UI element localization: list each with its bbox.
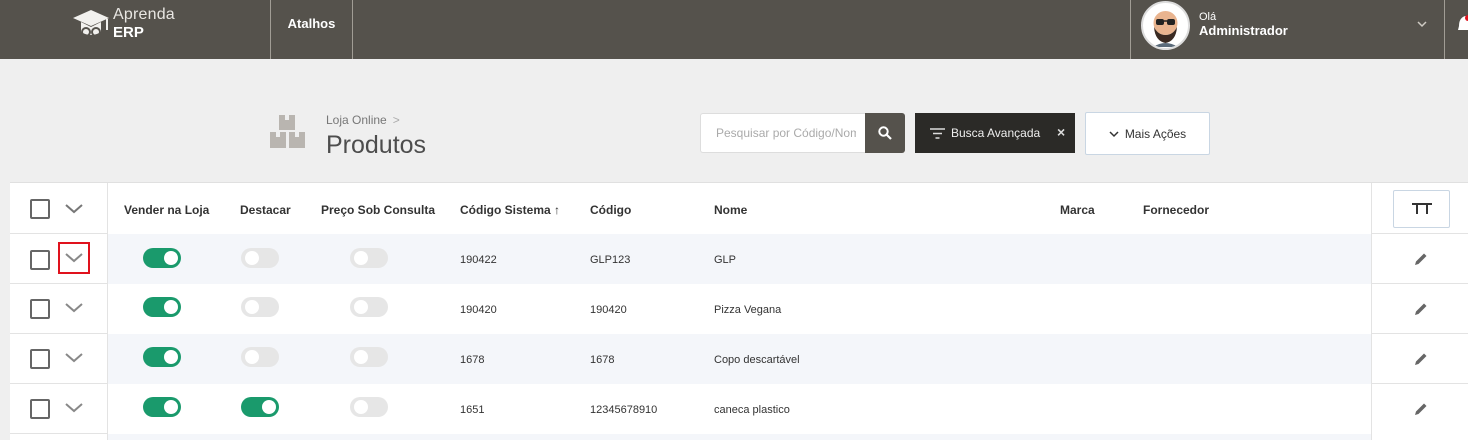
cell-system-code: 190422 <box>460 254 497 266</box>
chevron-down-icon <box>65 253 83 263</box>
nav-divider <box>352 0 353 59</box>
highlight-toggle[interactable] <box>241 347 279 367</box>
breadcrumb: Loja Online > <box>326 113 400 127</box>
chevron-down-icon <box>65 353 83 363</box>
column-header-system-code[interactable]: Código Sistema ↑ <box>460 203 560 217</box>
column-header-sell[interactable]: Vender na Loja <box>124 203 209 217</box>
cell-code: 12345678910 <box>590 404 658 416</box>
row-background <box>108 434 1371 440</box>
cell-name: caneca plastico <box>714 404 790 416</box>
nav-divider <box>1444 0 1445 59</box>
edit-icon[interactable] <box>1414 302 1428 316</box>
avatar <box>1141 1 1190 50</box>
search-button[interactable] <box>865 113 905 153</box>
products-table: Vender na Loja Destacar Preço Sob Consul… <box>10 182 1468 440</box>
table-row[interactable]: 1651 12345678910 caneca plastico <box>10 384 1468 434</box>
cell-code: 190420 <box>590 304 627 316</box>
column-header-system-code-label: Código Sistema <box>460 203 551 217</box>
filter-icon <box>930 127 945 139</box>
boxes-icon <box>270 115 305 148</box>
expand-row-button[interactable] <box>60 394 88 422</box>
row-background <box>108 234 1371 284</box>
expand-row-button[interactable] <box>58 242 90 274</box>
logo-text-top: Aprenda <box>113 6 175 23</box>
column-settings-button[interactable] <box>1393 190 1450 228</box>
chevron-down-icon <box>65 303 83 313</box>
price-on-request-toggle[interactable] <box>350 347 388 367</box>
expand-row-button[interactable] <box>60 344 88 372</box>
cell-system-code: 190420 <box>460 304 497 316</box>
column-header-brand[interactable]: Marca <box>1060 203 1095 217</box>
top-navigation-bar: Aprenda ERP Atalhos Olá Administrador <box>0 0 1468 59</box>
row-checkbox[interactable] <box>30 299 50 319</box>
select-all-checkbox[interactable] <box>30 199 50 219</box>
advanced-search-button[interactable]: Busca Avançada × <box>915 113 1075 153</box>
search-icon <box>878 126 892 140</box>
price-on-request-toggle[interactable] <box>350 248 388 268</box>
row-checkbox[interactable] <box>30 349 50 369</box>
logo-text-bottom: ERP <box>113 24 144 41</box>
table-row[interactable]: 190422 GLP123 GLP <box>10 234 1468 284</box>
price-on-request-toggle[interactable] <box>350 397 388 417</box>
column-header-highlight[interactable]: Destacar <box>240 203 291 217</box>
sell-toggle[interactable] <box>143 347 181 367</box>
table-row[interactable]: 190420 190420 Pizza Vegana <box>10 284 1468 334</box>
more-actions-button[interactable]: Mais Ações <box>1085 112 1210 155</box>
cell-name: Pizza Vegana <box>714 304 782 316</box>
column-header-code[interactable]: Código <box>590 203 631 217</box>
cell-name: Copo descartável <box>714 354 800 366</box>
highlight-toggle[interactable] <box>241 297 279 317</box>
search-input[interactable] <box>700 113 866 153</box>
edit-icon[interactable] <box>1414 252 1428 266</box>
column-header-price-on-request[interactable]: Preço Sob Consulta <box>321 203 435 217</box>
close-icon[interactable]: × <box>1057 124 1065 140</box>
chevron-down-icon[interactable] <box>1416 18 1428 30</box>
cell-code: GLP123 <box>590 254 631 266</box>
graduation-cap-icon <box>73 10 109 37</box>
price-on-request-toggle[interactable] <box>350 297 388 317</box>
column-header-supplier[interactable]: Fornecedor <box>1143 203 1209 217</box>
sell-toggle[interactable] <box>143 297 181 317</box>
edit-icon[interactable] <box>1414 402 1428 416</box>
cell-code: 1678 <box>590 354 615 366</box>
cell-name: GLP <box>714 254 737 266</box>
row-checkbox[interactable] <box>30 399 50 419</box>
app-logo[interactable]: Aprenda ERP <box>72 6 222 48</box>
shortcuts-menu[interactable]: Atalhos <box>271 0 352 59</box>
notification-icon[interactable] <box>1458 14 1468 36</box>
chevron-down-icon <box>1109 130 1119 137</box>
page-title: Produtos <box>326 131 427 159</box>
breadcrumb-separator: > <box>392 113 400 127</box>
expand-all-button[interactable] <box>60 195 88 223</box>
chevron-down-icon <box>65 403 83 413</box>
table-header: Vender na Loja Destacar Preço Sob Consul… <box>10 183 1468 233</box>
expand-row-button[interactable] <box>60 294 88 322</box>
user-name: Administrador <box>1199 23 1288 38</box>
chevron-down-icon <box>65 204 83 214</box>
sell-toggle[interactable] <box>143 397 181 417</box>
column-header-name[interactable]: Nome <box>714 203 747 217</box>
sell-toggle[interactable] <box>143 248 181 268</box>
sort-ascending-icon: ↑ <box>554 203 561 217</box>
user-menu[interactable]: Olá Administrador <box>1130 0 1444 59</box>
more-actions-label: Mais Ações <box>1124 126 1187 141</box>
table-row[interactable]: 1678 1678 Copo descartável <box>10 334 1468 384</box>
edit-icon[interactable] <box>1414 352 1428 366</box>
user-greeting: Olá <box>1199 11 1217 23</box>
breadcrumb-link[interactable]: Loja Online <box>326 113 387 127</box>
highlight-toggle[interactable] <box>241 248 279 268</box>
advanced-search-label: Busca Avançada <box>951 126 1041 140</box>
cell-system-code: 1678 <box>460 354 485 366</box>
table-row <box>10 434 1468 440</box>
cell-system-code: 1651 <box>460 404 485 416</box>
row-checkbox[interactable] <box>30 250 50 270</box>
columns-icon <box>1411 203 1432 214</box>
highlight-toggle[interactable] <box>241 397 279 417</box>
